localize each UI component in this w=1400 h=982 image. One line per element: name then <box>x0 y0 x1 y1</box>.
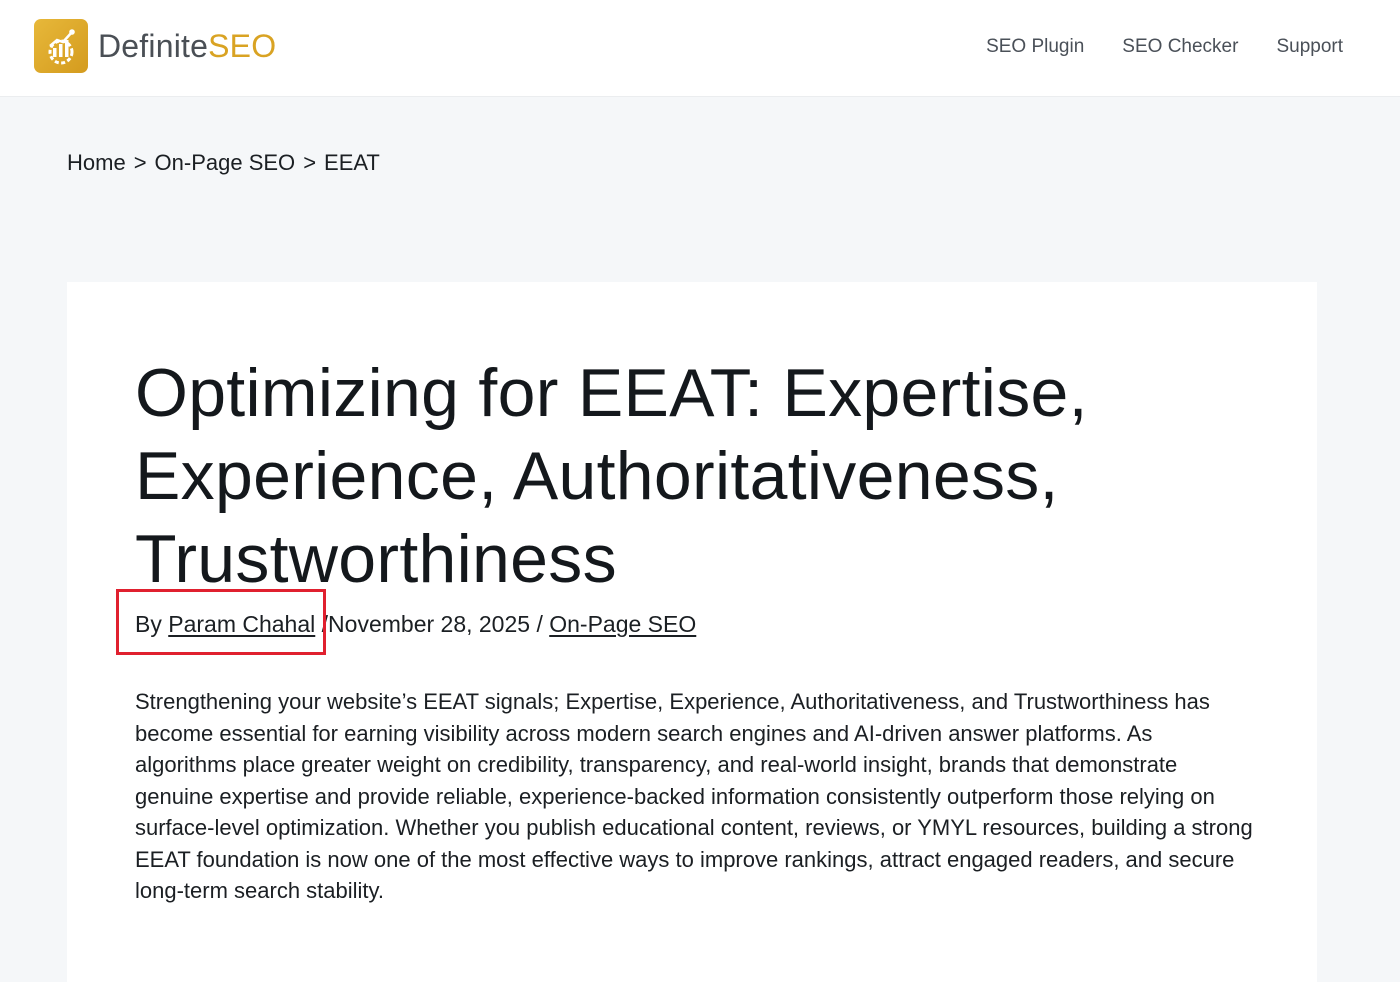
chart-gear-logo-icon <box>34 19 88 73</box>
breadcrumb-separator: > <box>133 150 147 175</box>
author-highlight-box <box>116 589 326 655</box>
category-link[interactable]: On-Page SEO <box>549 611 696 637</box>
article-intro: Strengthening your website’s EEAT signal… <box>135 689 1253 903</box>
site-header: DefiniteSEO SEO Plugin SEO Checker Suppo… <box>0 0 1400 97</box>
breadcrumb-separator: > <box>303 150 317 175</box>
main-nav: SEO Plugin SEO Checker Support <box>986 35 1343 59</box>
nav-seo-plugin[interactable]: SEO Plugin <box>986 35 1084 59</box>
nav-support[interactable]: Support <box>1276 35 1343 59</box>
breadcrumb-on-page-seo[interactable]: On-Page SEO <box>155 150 296 176</box>
breadcrumb-home[interactable]: Home <box>67 150 126 176</box>
publish-date: November 28, 2025 <box>328 611 531 637</box>
site-logo[interactable]: DefiniteSEO <box>34 19 276 73</box>
breadcrumb: Home > On-Page SEO > EEAT <box>67 150 380 176</box>
meta-separator: / <box>536 611 543 637</box>
logo-wordmark: DefiniteSEO <box>98 28 277 64</box>
article-card: Optimizing for EEAT: Expertise, Experien… <box>67 282 1317 982</box>
breadcrumb-current: EEAT <box>324 150 380 175</box>
nav-seo-checker[interactable]: SEO Checker <box>1122 35 1238 59</box>
article-title: Optimizing for EEAT: Expertise, Experien… <box>135 355 1088 597</box>
